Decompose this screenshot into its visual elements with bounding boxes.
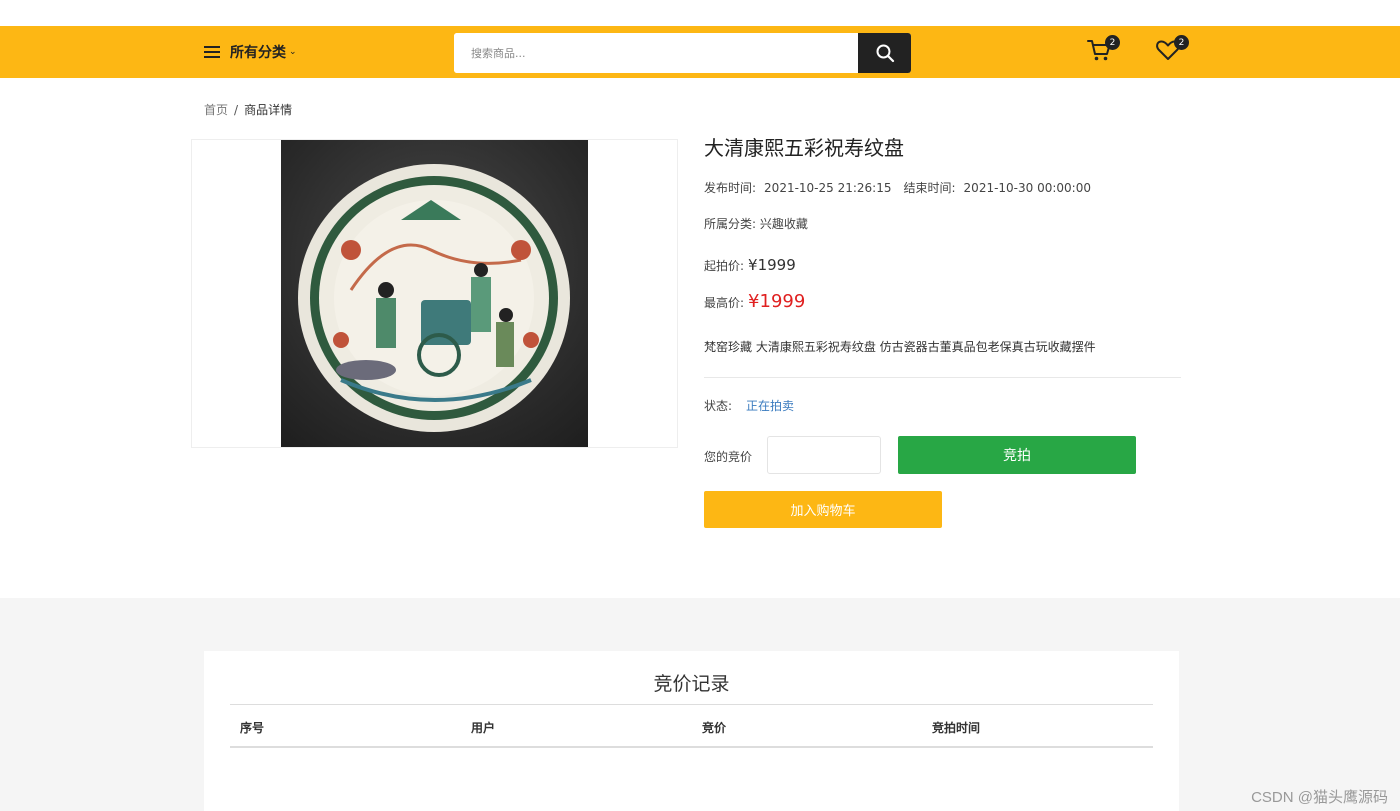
all-categories-label: 所有分类: [230, 45, 286, 61]
divider: [704, 377, 1181, 378]
chevron-down-icon: ⌄: [289, 47, 297, 57]
category-label: 所属分类:: [704, 217, 757, 231]
status-label: 状态:: [704, 399, 733, 413]
watermark: CSDN @猫头鹰源码: [1251, 789, 1388, 806]
bid-records-panel: 竞价记录 序号 用户 竞价 竞拍时间: [204, 651, 1179, 811]
end-time-value: 2021-10-30 00:00:00: [963, 181, 1091, 195]
max-price-value: ¥1999: [748, 291, 806, 312]
publish-time-label: 发布时间:: [704, 181, 757, 195]
product-title: 大清康熙五彩祝寿纹盘: [704, 136, 904, 160]
product-description: 梵窑珍藏 大清康熙五彩祝寿纹盘 仿古瓷器古董真品包老保真古玩收藏摆件: [704, 340, 1096, 354]
search-bar: [454, 33, 911, 73]
top-strip: [0, 0, 1400, 26]
end-time-label: 结束时间:: [903, 181, 956, 195]
category-value: 兴趣收藏: [759, 217, 808, 231]
menu-icon: [204, 46, 220, 58]
product-category-info: 所属分类: 兴趣收藏: [704, 215, 808, 232]
porcelain-plate-illustration: [298, 164, 570, 432]
wishlist-button[interactable]: 2: [1155, 35, 1189, 67]
wishlist-count-badge: 2: [1174, 35, 1189, 50]
product-image-frame: [191, 139, 678, 448]
start-price-row: 起拍价: ¥1999: [704, 256, 796, 274]
cart-count-badge: 2: [1105, 35, 1120, 50]
breadcrumb-home-link[interactable]: 首页: [204, 103, 228, 117]
start-price-label: 起拍价:: [704, 259, 745, 273]
column-header-bid: 竞价: [702, 721, 727, 735]
start-price-value: ¥1999: [748, 256, 796, 274]
cart-button[interactable]: 2: [1086, 35, 1120, 67]
all-categories-menu[interactable]: 所有分类 ⌄: [204, 26, 297, 78]
bid-button[interactable]: 竞拍: [898, 436, 1136, 474]
max-price-label: 最高价:: [704, 296, 745, 310]
your-bid-label: 您的竞价: [704, 450, 753, 464]
search-icon: [876, 44, 894, 63]
status-value: 正在拍卖: [746, 399, 795, 413]
max-price-row: 最高价: ¥1999: [704, 291, 805, 312]
breadcrumb: 首页 / 商品详情: [204, 101, 292, 118]
bid-records-title: 竞价记录: [653, 673, 730, 695]
breadcrumb-separator: /: [234, 103, 239, 117]
search-input[interactable]: [454, 33, 858, 73]
auction-status-row: 状态: 正在拍卖: [704, 397, 794, 414]
publish-time-value: 2021-10-25 21:26:15: [764, 181, 892, 195]
column-header-bid-time: 竞拍时间: [932, 721, 981, 735]
product-photo: [281, 140, 588, 447]
column-header-user: 用户: [471, 721, 496, 735]
product-time-info: 发布时间: 2021-10-25 21:26:15 结束时间: 2021-10-30 …: [704, 179, 1103, 196]
bid-records-table-header: 序号 用户 竞价 竞拍时间: [230, 705, 1153, 748]
bid-amount-input[interactable]: [767, 436, 881, 474]
breadcrumb-current: 商品详情: [244, 103, 293, 117]
main-navbar: 所有分类 ⌄ 2 2: [0, 26, 1400, 78]
add-to-cart-button[interactable]: 加入购物车: [704, 491, 942, 528]
search-button[interactable]: [858, 33, 911, 73]
column-header-index: 序号: [240, 721, 265, 735]
